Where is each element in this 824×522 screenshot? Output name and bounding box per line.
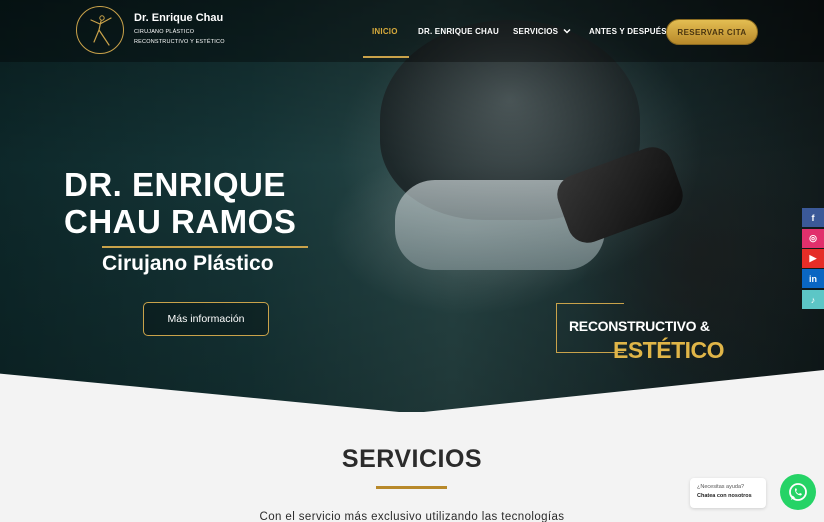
brand-tagline-1: CIRUJANO PLÁSTICO bbox=[134, 29, 195, 35]
hero-title: DR. ENRIQUE CHAU RAMOS bbox=[64, 166, 364, 240]
nav-servicios[interactable]: SERVICIOS bbox=[513, 27, 558, 36]
instagram-icon[interactable]: ◎ bbox=[802, 229, 824, 248]
hero-subtitle: Cirujano Plástico bbox=[102, 252, 274, 275]
brand-tagline-2: RECONSTRUCTIVO Y ESTÉTICO bbox=[134, 39, 225, 45]
tiktok-icon[interactable]: ♪ bbox=[802, 290, 824, 309]
chat-prompt-bubble[interactable]: ¿Necesitas ayuda? Chatea con nosotros bbox=[690, 478, 766, 508]
nav-active-indicator bbox=[363, 56, 409, 58]
badge-estetico: ESTÉTICO bbox=[613, 337, 725, 363]
hero-title-line-2: CHAU RAMOS bbox=[64, 203, 297, 240]
linkedin-icon[interactable]: in bbox=[802, 269, 824, 288]
nav-dr-enrique-chau[interactable]: DR. ENRIQUE CHAU bbox=[418, 27, 499, 36]
services-title: SERVICIOS bbox=[341, 445, 483, 473]
nav-antes-y-despues[interactable]: ANTES Y DESPUÉS bbox=[589, 27, 667, 36]
chat-prompt-question: ¿Necesitas ayuda? bbox=[697, 484, 745, 490]
nav-inicio[interactable]: INICIO bbox=[372, 27, 398, 36]
site-header: Dr. Enrique Chau CIRUJANO PLÁSTICO RECON… bbox=[0, 0, 824, 62]
services-intro: Con el servicio más exclusivo utilizando… bbox=[259, 511, 565, 522]
reservar-cita-button[interactable]: RESERVAR CITA bbox=[666, 19, 758, 45]
chat-prompt-action: Chatea con nosotros bbox=[697, 493, 752, 499]
brand-name[interactable]: Dr. Enrique Chau bbox=[134, 12, 223, 24]
hero-title-line-1: DR. ENRIQUE bbox=[64, 166, 286, 203]
youtube-icon[interactable]: ▶ bbox=[802, 249, 824, 268]
mas-informacion-button[interactable]: Más información bbox=[143, 302, 269, 336]
whatsapp-button[interactable] bbox=[780, 474, 816, 510]
services-divider bbox=[376, 486, 447, 489]
hero-divider bbox=[102, 246, 308, 248]
facebook-icon[interactable]: f bbox=[802, 208, 824, 227]
badge-reconstructivo: RECONSTRUCTIVO & bbox=[569, 318, 710, 334]
dancer-logo-icon bbox=[90, 15, 112, 46]
logo[interactable] bbox=[76, 6, 124, 54]
chevron-down-icon[interactable] bbox=[562, 26, 572, 36]
whatsapp-icon bbox=[789, 483, 807, 501]
